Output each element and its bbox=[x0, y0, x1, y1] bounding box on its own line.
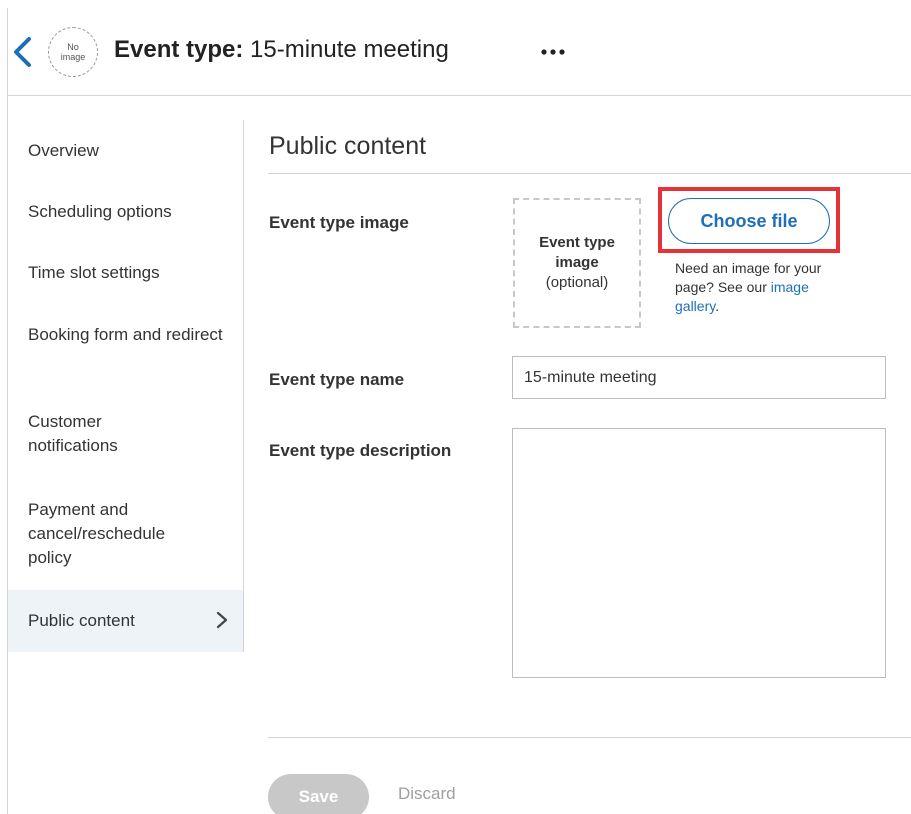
sidebar-item-label: Public content bbox=[28, 611, 135, 630]
image-help-text: Need an image for your page? See our ima… bbox=[675, 259, 845, 316]
page-title-name: 15-minute meeting bbox=[250, 36, 449, 63]
page-header: No image Event type: 15-minute meeting bbox=[8, 8, 911, 96]
page-title-prefix: Event type: bbox=[114, 36, 244, 63]
section-divider bbox=[268, 173, 911, 174]
sidebar-item-overview[interactable]: Overview bbox=[8, 139, 243, 163]
chevron-left-icon[interactable] bbox=[10, 36, 36, 68]
sidebar-item-time-slot-settings[interactable]: Time slot settings bbox=[8, 261, 243, 285]
sidebar-item-public-content[interactable]: Public content bbox=[8, 590, 243, 652]
image-placeholder-optional: (optional) bbox=[545, 274, 609, 291]
event-type-image-placeholder: Event type image (optional) bbox=[513, 198, 641, 328]
chevron-right-icon bbox=[216, 611, 228, 629]
sidebar-item-booking-form[interactable]: Booking form and redirect bbox=[8, 323, 223, 347]
avatar-placeholder-text: No image bbox=[60, 42, 86, 62]
discard-button[interactable]: Discard bbox=[398, 784, 456, 804]
sidebar-item-scheduling-options[interactable]: Scheduling options bbox=[8, 200, 243, 224]
sidebar-item-label: Time slot settings bbox=[28, 263, 160, 282]
footer-divider bbox=[268, 737, 911, 738]
sidebar-item-label: Payment and cancel/reschedule policy bbox=[28, 500, 166, 567]
choose-file-button[interactable]: Choose file bbox=[668, 198, 830, 244]
event-type-description-input[interactable] bbox=[512, 428, 886, 678]
sidebar-item-label: Booking form and redirect bbox=[28, 325, 223, 344]
page-title: Event type: 15-minute meeting bbox=[114, 34, 449, 66]
sidebar-divider bbox=[243, 120, 244, 652]
event-type-name-input[interactable] bbox=[512, 356, 886, 399]
sidebar-item-payment-policy[interactable]: Payment and cancel/reschedule policy bbox=[8, 498, 198, 570]
event-type-name-label: Event type name bbox=[269, 370, 405, 389]
sidebar-item-label: Customer notifications bbox=[28, 412, 118, 455]
sidebar-item-customer-notifications[interactable]: Customer notifications bbox=[8, 410, 168, 458]
section-title: Public content bbox=[269, 132, 427, 160]
sidebar-item-label: Overview bbox=[28, 141, 99, 160]
avatar[interactable]: No image bbox=[48, 27, 98, 77]
save-button[interactable]: Save bbox=[268, 774, 369, 814]
image-help-tail: . bbox=[715, 298, 720, 314]
event-type-image-label: Event type image bbox=[269, 213, 409, 232]
event-type-description-label: Event type description bbox=[269, 441, 452, 460]
sidebar-item-label: Scheduling options bbox=[28, 202, 172, 221]
ellipsis-icon[interactable] bbox=[540, 45, 566, 59]
image-placeholder-title: Event type image bbox=[539, 234, 615, 271]
